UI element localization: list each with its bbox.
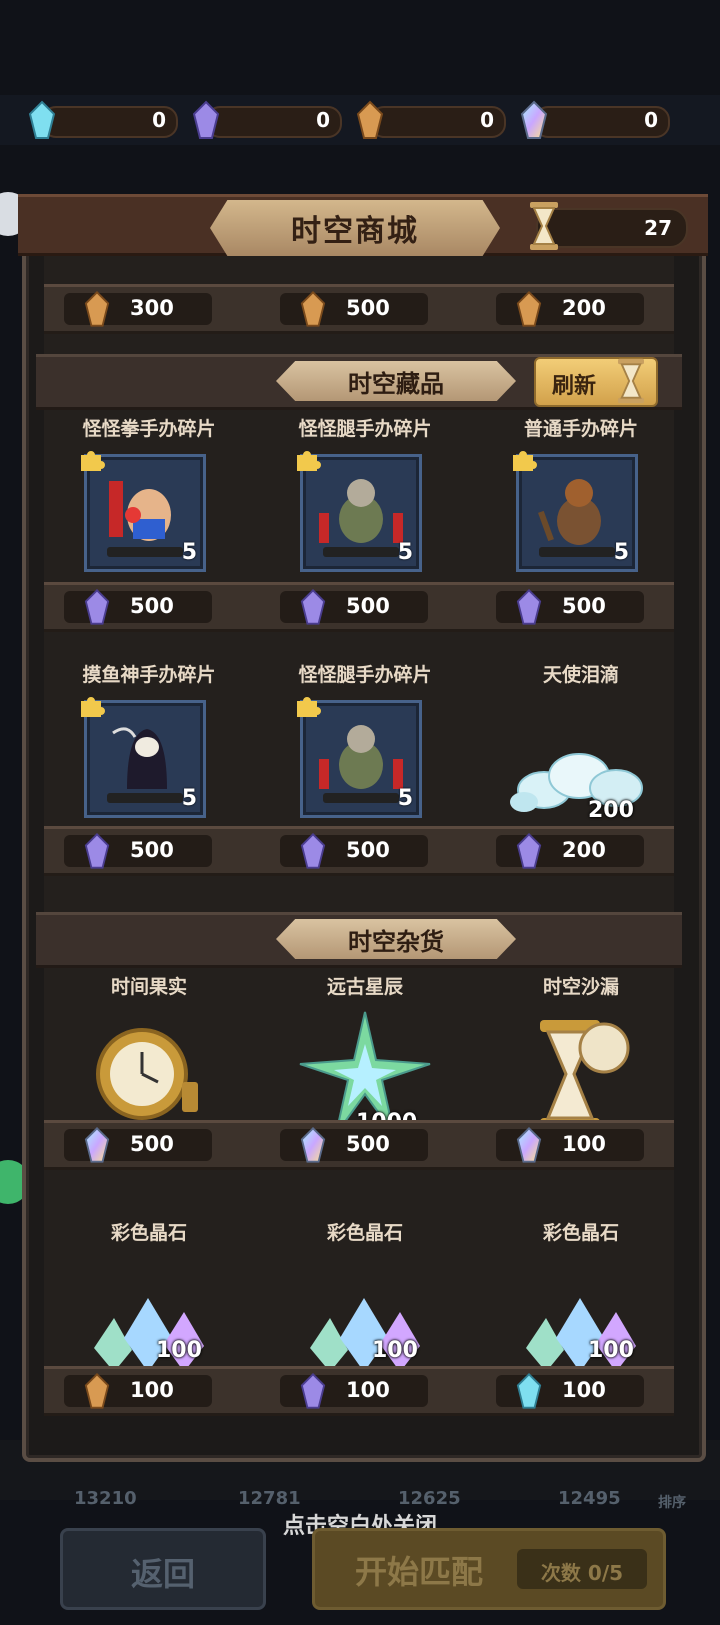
purple-crystal-icon [300, 588, 326, 625]
price-tag[interactable]: 500 [280, 588, 428, 625]
purple-crystal-icon [192, 100, 220, 139]
bronze-crystal-icon [300, 290, 326, 327]
price-tag[interactable]: 100 [496, 1126, 644, 1163]
price-tag[interactable]: 500 [64, 1126, 212, 1163]
price-tag[interactable]: 100 [496, 1372, 644, 1409]
rainbow-crystal-icon [516, 1126, 542, 1163]
purple-crystal-icon [516, 588, 542, 625]
price-tag[interactable]: 500 [64, 588, 212, 625]
purple-crystal-icon [84, 588, 110, 625]
figure-fragment-card: 5 [513, 451, 638, 572]
currency-blue: 0 [28, 100, 178, 139]
section-header-goods: 时空杂货 [36, 912, 682, 968]
purple-crystal-icon [300, 832, 326, 869]
price-tag[interactable]: 100 [280, 1372, 428, 1409]
price-row: 500 500 500 [44, 582, 674, 632]
price-tag[interactable]: 200 [496, 290, 644, 327]
hourglass-icon [618, 358, 644, 404]
bronze-crystal-icon [84, 290, 110, 327]
currency-rainbow: 0 [520, 100, 670, 139]
currency-bar: 0 0 0 0 [28, 96, 698, 144]
colored-crystal-icon [310, 1298, 420, 1372]
rainbow-crystal-icon [300, 1126, 326, 1163]
bronze-crystal-icon [84, 1372, 110, 1409]
purple-crystal-icon [300, 1372, 326, 1409]
currency-value: 0 [644, 108, 658, 132]
price-tag[interactable]: 500 [280, 290, 428, 327]
puzzle-icon [81, 451, 105, 471]
puzzle-icon [81, 697, 105, 717]
price-tag[interactable]: 300 [64, 290, 212, 327]
puzzle-icon [297, 697, 321, 717]
bronze-crystal-icon [516, 290, 542, 327]
price-row: 500 500 100 [44, 1120, 674, 1170]
purple-crystal-icon [516, 832, 542, 869]
price-row: 100 100 100 [44, 1366, 674, 1416]
currency-value: 0 [480, 108, 494, 132]
time-fruit-icon [96, 1028, 198, 1120]
refresh-button[interactable]: 刷新 [534, 357, 658, 407]
figure-fragment-card: 5 [81, 451, 206, 572]
return-button[interactable]: 返回 [60, 1528, 266, 1610]
price-row-top: 300 500 200 [44, 284, 674, 334]
price-tag[interactable]: 100 [64, 1372, 212, 1409]
blue-crystal-icon [28, 100, 56, 139]
puzzle-icon [513, 451, 537, 471]
figure-fragment-card: 5 [297, 697, 422, 818]
puzzle-icon [297, 451, 321, 471]
price-tag[interactable]: 500 [496, 588, 644, 625]
shop-title: 时空商城 [210, 200, 500, 256]
figure-fragment-card: 5 [81, 697, 206, 818]
price-tag[interactable]: 500 [280, 832, 428, 869]
start-match-button[interactable]: 开始匹配 次数 0/5 [312, 1528, 666, 1610]
price-tag[interactable]: 200 [496, 832, 644, 869]
currency-value: 0 [152, 108, 166, 132]
colored-crystal-icon [94, 1298, 204, 1372]
figure-fragment-card: 5 [297, 451, 422, 572]
colored-crystal-icon [526, 1298, 636, 1372]
price-tag[interactable]: 500 [280, 1126, 428, 1163]
match-count: 次数 0/5 [517, 1549, 647, 1589]
purple-crystal-icon [84, 832, 110, 869]
price-tag[interactable]: 500 [64, 832, 212, 869]
currency-value: 0 [316, 108, 330, 132]
blue-crystal-icon [516, 1372, 542, 1409]
bronze-crystal-icon [356, 100, 384, 139]
currency-purple: 0 [192, 100, 342, 139]
price-row: 500 500 200 [44, 826, 674, 876]
hourglass-icon [530, 202, 558, 250]
rainbow-crystal-icon [520, 100, 548, 139]
rainbow-crystal-icon [84, 1126, 110, 1163]
currency-bronze: 0 [356, 100, 506, 139]
hourglass-counter: 27 [530, 202, 688, 250]
